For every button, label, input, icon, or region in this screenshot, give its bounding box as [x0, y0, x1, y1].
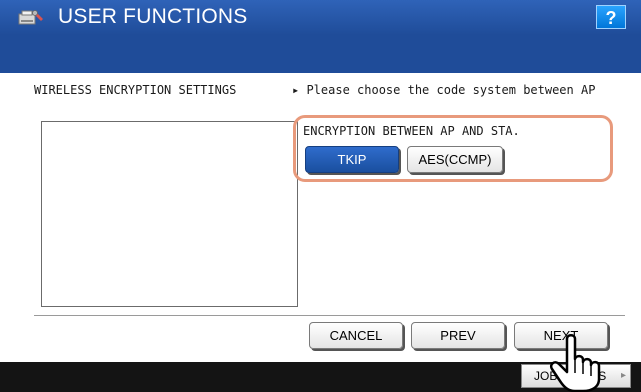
divider	[34, 315, 625, 316]
info-panel	[41, 121, 298, 307]
title-bar: USER FUNCTIONS ?	[0, 0, 641, 35]
encryption-label: ENCRYPTION BETWEEN AP AND STA.	[303, 124, 520, 138]
aes-ccmp-button[interactable]: AES(CCMP)	[407, 146, 503, 173]
printer-wrench-icon	[18, 10, 43, 25]
page-title: USER FUNCTIONS	[58, 5, 248, 28]
prev-button[interactable]: PREV	[411, 322, 505, 349]
section-title: WIRELESS ENCRYPTION SETTINGS	[34, 83, 237, 97]
chevron-right-icon: ▸	[620, 370, 626, 381]
hand-pointer-icon	[550, 334, 601, 392]
help-button[interactable]: ?	[596, 5, 626, 29]
instruction-text: ▸ Please choose the code system between …	[292, 83, 596, 97]
tkip-button[interactable]: TKIP	[305, 146, 399, 173]
cancel-button[interactable]: CANCEL	[309, 322, 403, 349]
header-band	[0, 35, 641, 73]
